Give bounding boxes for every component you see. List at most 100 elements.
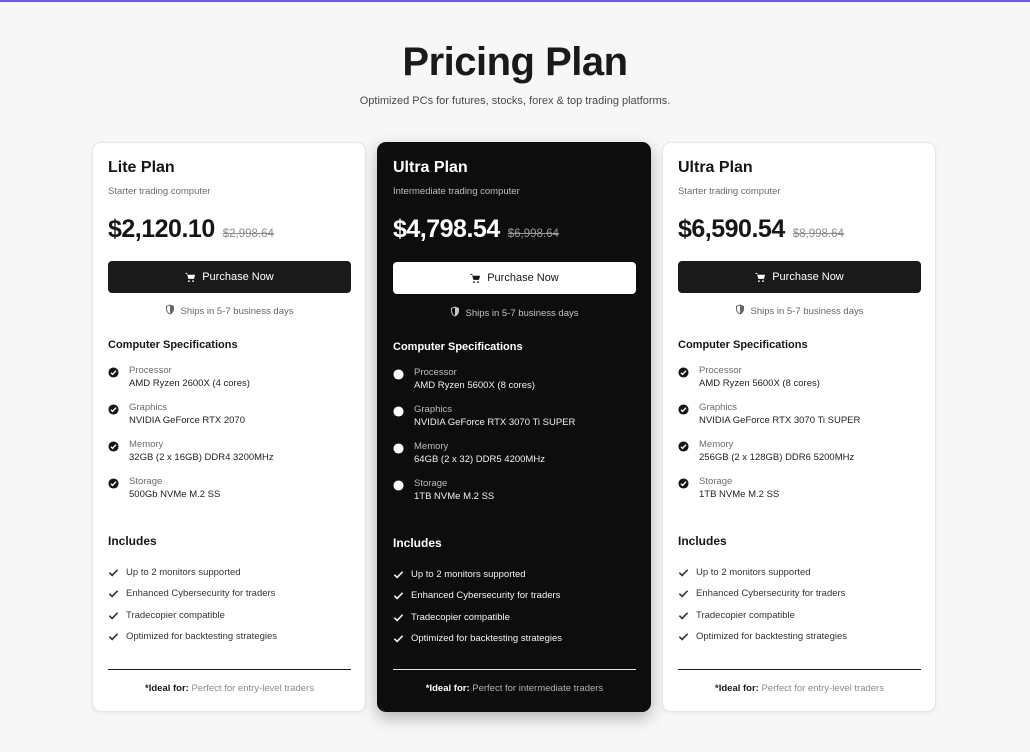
price-row: $4,798.54 $6,998.64	[393, 215, 559, 244]
spec-label: Graphics	[699, 402, 738, 413]
divider	[108, 669, 351, 670]
check-circle-icon	[678, 476, 689, 489]
specs-list: Processor AMD Ryzen 2600X (4 cores) Graph…	[108, 365, 351, 513]
spec-item: Processor AMD Ryzen 5600X (8 cores)	[678, 365, 921, 402]
include-text: Up to 2 monitors supported	[411, 569, 526, 581]
include-text: Tradecopier compatible	[411, 611, 510, 623]
shipping-text: Ships in 5-7 business days	[750, 305, 864, 317]
include-text: Optimized for backtesting strategies	[126, 631, 278, 643]
spec-label: Storage	[129, 476, 163, 487]
spec-item: Storage 1TB NVMe M.2 SS	[678, 476, 921, 513]
spec-label: Processor	[699, 365, 742, 376]
shipping-note: Ships in 5-7 business days	[678, 304, 921, 318]
pricing-card: Lite Plan Starter trading computer $2,12…	[92, 142, 366, 712]
check-circle-icon	[108, 402, 119, 415]
spec-value: AMD Ryzen 5600X (8 cores)	[699, 378, 820, 389]
cart-icon	[185, 272, 196, 283]
include-text: Enhanced Cybersecurity for traders	[126, 588, 276, 600]
plan-old-price: $2,998.64	[222, 228, 274, 240]
include-item: Up to 2 monitors supported	[108, 562, 351, 583]
include-text: Optimized for backtesting strategies	[411, 633, 563, 645]
includes-heading: Includes	[393, 536, 442, 550]
shipping-text: Ships in 5-7 business days	[465, 307, 579, 319]
spec-value: 256GB (2 x 128GB) DDR6 5200MHz	[699, 452, 855, 463]
purchase-now-button[interactable]: Purchase Now	[393, 262, 636, 294]
top-accent-bar	[0, 0, 1030, 2]
plan-tagline: Intermediate trading computer	[393, 186, 520, 197]
spec-item: Graphics NVIDIA GeForce RTX 3070 Ti SUPER	[678, 402, 921, 439]
spec-label: Graphics	[414, 404, 453, 415]
plan-old-price: $8,998.64	[792, 228, 844, 240]
check-icon	[108, 610, 119, 621]
spec-value: 64GB (2 x 32) DDR5 4200MHz	[414, 454, 545, 465]
check-circle-icon	[393, 404, 404, 417]
include-item: Optimized for backtesting strategies	[108, 626, 351, 647]
divider	[678, 669, 921, 670]
check-icon	[393, 569, 404, 580]
include-text: Up to 2 monitors supported	[696, 567, 811, 579]
shield-icon	[450, 306, 460, 320]
includes-list: Up to 2 monitors supported Enhanced Cybe…	[108, 562, 351, 647]
plan-tagline: Starter trading computer	[108, 186, 211, 197]
ideal-for-label: *Ideal for:	[715, 683, 759, 694]
spec-label: Processor	[414, 367, 457, 378]
ideal-for: *Ideal for: Perfect for intermediate tra…	[393, 683, 636, 694]
spec-value: 32GB (2 x 16GB) DDR4 3200MHz	[129, 452, 274, 463]
check-icon	[393, 612, 404, 623]
plan-name: Lite Plan	[108, 159, 175, 176]
specs-heading: Computer Specifications	[678, 339, 808, 351]
check-icon	[678, 567, 689, 578]
check-circle-icon	[108, 365, 119, 378]
ideal-for-text: Perfect for intermediate traders	[472, 683, 604, 694]
check-circle-icon	[678, 402, 689, 415]
spec-label: Memory	[129, 439, 164, 450]
shield-icon	[735, 304, 745, 318]
price-row: $6,590.54 $8,998.64	[678, 215, 844, 244]
spec-item: Memory 32GB (2 x 16GB) DDR4 3200MHz	[108, 439, 351, 476]
spec-label: Memory	[699, 439, 734, 450]
purchase-now-button[interactable]: Purchase Now	[678, 261, 921, 293]
spec-value: 1TB NVMe M.2 SS	[699, 489, 780, 500]
check-icon	[108, 631, 119, 642]
check-icon	[108, 588, 119, 599]
spec-label: Storage	[699, 476, 733, 487]
spec-value: NVIDIA GeForce RTX 3070 Ti SUPER	[414, 417, 576, 428]
purchase-now-button[interactable]: Purchase Now	[108, 261, 351, 293]
ideal-for: *Ideal for: Perfect for entry-level trad…	[678, 683, 921, 694]
divider	[393, 669, 636, 670]
plan-old-price: $6,998.64	[507, 228, 559, 240]
ideal-for-text: Perfect for entry-level traders	[191, 683, 314, 694]
check-icon	[678, 610, 689, 621]
check-icon	[678, 588, 689, 599]
include-text: Enhanced Cybersecurity for traders	[696, 588, 846, 600]
check-icon	[393, 633, 404, 644]
ideal-for: *Ideal for: Perfect for entry-level trad…	[108, 683, 351, 694]
spec-label: Graphics	[129, 402, 168, 413]
spec-value: 500Gb NVMe M.2 SS	[129, 489, 221, 500]
purchase-now-label: Purchase Now	[202, 271, 274, 283]
spec-item: Graphics NVIDIA GeForce RTX 2070	[108, 402, 351, 439]
check-icon	[393, 590, 404, 601]
spec-item: Graphics NVIDIA GeForce RTX 3070 Ti SUPER	[393, 404, 636, 441]
spec-item: Storage 1TB NVMe M.2 SS	[393, 478, 636, 515]
spec-label: Storage	[414, 478, 448, 489]
include-item: Up to 2 monitors supported	[393, 564, 636, 585]
plan-name: Ultra Plan	[393, 159, 468, 176]
check-circle-icon	[393, 441, 404, 454]
check-circle-icon	[678, 439, 689, 452]
plan-tagline: Starter trading computer	[678, 186, 781, 197]
spec-item: Storage 500Gb NVMe M.2 SS	[108, 476, 351, 513]
spec-label: Memory	[414, 441, 449, 452]
specs-heading: Computer Specifications	[108, 339, 238, 351]
spec-label: Processor	[129, 365, 172, 376]
include-item: Enhanced Cybersecurity for traders	[678, 583, 921, 604]
plan-price: $4,798.54	[393, 215, 500, 243]
spec-value: NVIDIA GeForce RTX 3070 Ti SUPER	[699, 415, 861, 426]
ideal-for-text: Perfect for entry-level traders	[761, 683, 884, 694]
include-item: Tradecopier compatible	[393, 607, 636, 628]
includes-list: Up to 2 monitors supported Enhanced Cybe…	[393, 564, 636, 649]
spec-value: 1TB NVMe M.2 SS	[414, 491, 495, 502]
spec-item: Memory 64GB (2 x 32) DDR5 4200MHz	[393, 441, 636, 478]
plan-price: $2,120.10	[108, 215, 215, 243]
spec-value: AMD Ryzen 5600X (8 cores)	[414, 380, 535, 391]
